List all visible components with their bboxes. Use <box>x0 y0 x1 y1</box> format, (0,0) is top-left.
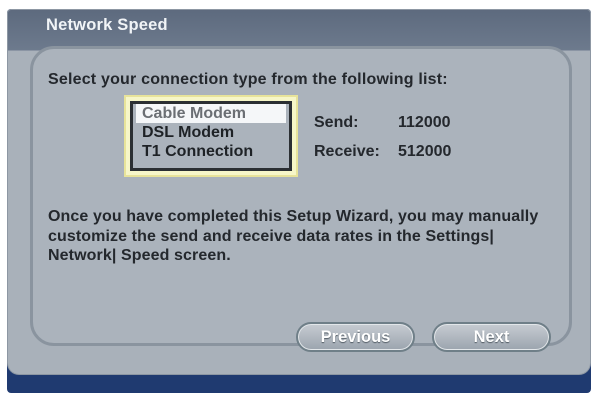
info-text: Once you have completed this Setup Wizar… <box>48 208 539 264</box>
dialog-frame <box>30 46 572 346</box>
next-button[interactable]: Next <box>432 322 551 352</box>
window-panel: Network Speed <box>7 9 591 375</box>
send-label: Send: <box>314 114 359 131</box>
connection-listbox-focus: Cable Modem DSL Modem T1 Connection <box>124 95 298 177</box>
list-item-t1-connection[interactable]: T1 Connection <box>133 142 289 161</box>
connection-prompt: Select your connection type from the fol… <box>48 71 448 88</box>
list-item-dsl-modem[interactable]: DSL Modem <box>133 123 289 142</box>
receive-value: 512000 <box>398 143 452 160</box>
previous-button[interactable]: Previous <box>296 322 415 352</box>
receive-label: Receive: <box>314 143 380 160</box>
list-item-cable-modem[interactable]: Cable Modem <box>136 104 286 123</box>
send-value: 112000 <box>398 114 451 131</box>
connection-type-listbox[interactable]: Cable Modem DSL Modem T1 Connection <box>130 101 292 171</box>
window-title: Network Speed <box>46 16 168 34</box>
